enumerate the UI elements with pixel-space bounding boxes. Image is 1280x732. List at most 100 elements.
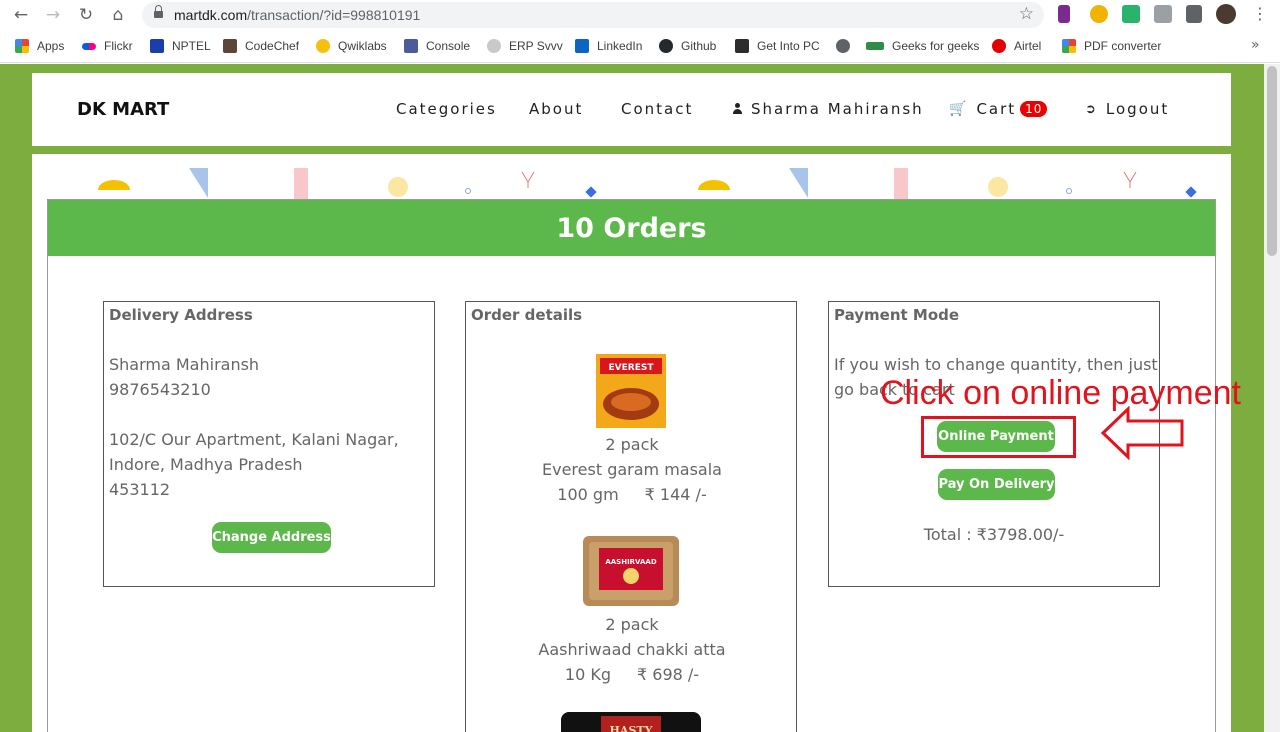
order-total: Total : ₹3798.00/- xyxy=(923,525,1065,544)
orders-panel: 10 Orders Delivery Address Sharma Mahira… xyxy=(47,199,1216,732)
everest-masala-image: EVEREST xyxy=(596,354,666,428)
lock-icon xyxy=(154,5,163,20)
item-name: Aashriwaad chakki atta xyxy=(538,640,726,659)
console-icon xyxy=(404,39,418,53)
avatar[interactable] xyxy=(1216,4,1236,24)
home-icon[interactable]: ⌂ xyxy=(107,4,129,26)
address-line-2: Indore, Madhya Pradesh xyxy=(109,455,303,474)
brand-logo[interactable]: DK MART xyxy=(77,99,169,120)
bookmark-airtel[interactable]: Airtel xyxy=(992,38,1041,54)
nav-contact[interactable]: Contact xyxy=(621,100,693,118)
nav-cart[interactable]: 🛒 Cart 10 xyxy=(949,100,1048,118)
svg-text:AASHIRVAAD: AASHIRVAAD xyxy=(605,558,657,566)
annotation-arrow-icon xyxy=(1100,406,1184,460)
extension-icon[interactable] xyxy=(1058,5,1070,23)
person-icon xyxy=(732,103,743,115)
bookmark-console[interactable]: Console xyxy=(404,38,470,54)
bookmark-apps[interactable]: Apps xyxy=(15,38,64,54)
flickr-icon xyxy=(82,42,96,50)
customer-name: Sharma Mahiransh xyxy=(109,355,260,374)
change-address-button[interactable]: Change Address xyxy=(212,522,331,553)
bookmark-star-icon[interactable]: ☆ xyxy=(1019,4,1034,24)
more-bookmarks-icon[interactable]: » xyxy=(1251,37,1260,53)
github-icon xyxy=(659,39,673,53)
aashirvaad-atta-image: AASHIRVAAD xyxy=(583,536,679,606)
bookmark-pdfconverter[interactable]: PDF converter xyxy=(1062,38,1161,54)
item-qty: 2 pack xyxy=(605,435,659,454)
globe-icon xyxy=(836,39,850,53)
url-text: martdk.com/transaction/?id=998810191 xyxy=(174,7,421,23)
bookmark-linkedin[interactable]: LinkedIn xyxy=(575,38,642,54)
delivery-details: Sharma Mahiransh 9876543210 102/C Our Ap… xyxy=(109,352,399,502)
item-weight: 10 Kg xyxy=(564,665,612,684)
airtel-icon xyxy=(992,39,1006,53)
puzzle-icon[interactable] xyxy=(1186,5,1202,23)
nav-categories[interactable]: Categories xyxy=(396,100,497,118)
logout-label: Logout xyxy=(1105,100,1170,118)
order-item: 2 pack Aashriwaad chakki atta 10 Kg ₹ 698… xyxy=(466,612,798,687)
cart-icon: 🛒 xyxy=(949,101,969,117)
annotation-highlight-box xyxy=(921,416,1076,458)
cart-badge: 10 xyxy=(1020,101,1048,117)
bookmark-globe[interactable] xyxy=(836,38,858,54)
bookmark-nptel[interactable]: NPTEL xyxy=(150,38,211,54)
item-weight: 100 gm xyxy=(557,485,619,504)
bookmark-codechef[interactable]: CodeChef xyxy=(223,38,299,54)
delivery-title: Delivery Address xyxy=(109,306,253,324)
back-icon[interactable]: ← xyxy=(10,4,32,26)
codechef-icon xyxy=(223,39,237,53)
qwiklabs-icon xyxy=(316,39,330,53)
apps-grid-icon xyxy=(15,39,29,53)
order-details-title: Order details xyxy=(471,306,583,324)
menu-dots-icon[interactable]: ⋮ xyxy=(1252,4,1268,23)
nav-about[interactable]: About xyxy=(529,100,583,118)
linkedin-icon xyxy=(575,39,589,53)
erp-icon xyxy=(487,39,501,53)
nptel-icon xyxy=(150,39,164,53)
bookmark-getintopc[interactable]: Get Into PC xyxy=(735,38,820,54)
decorative-pattern xyxy=(98,168,1197,200)
svg-text:HASTY: HASTY xyxy=(610,724,653,732)
nav-user[interactable]: Sharma Mahiransh xyxy=(732,100,924,118)
cart-label: Cart xyxy=(976,100,1017,118)
address-bar[interactable]: martdk.com/transaction/?id=998810191 ☆ xyxy=(142,2,1044,28)
logout-icon: ➲ xyxy=(1085,101,1098,117)
reload-icon[interactable]: ↻ xyxy=(75,4,97,26)
extension-icon[interactable] xyxy=(1154,5,1172,23)
address-pincode: 453112 xyxy=(109,480,171,499)
pay-on-delivery-button[interactable]: Pay On Delivery xyxy=(938,469,1055,500)
extension-icon[interactable] xyxy=(1122,5,1140,23)
item-qty: 2 pack xyxy=(605,615,659,634)
getintopc-icon xyxy=(735,39,749,53)
annotation-text: Click on online payment xyxy=(880,374,1241,412)
bookmark-qwiklabs[interactable]: Qwiklabs xyxy=(316,38,387,54)
third-product-image: HASTY xyxy=(561,712,701,732)
orders-header: 10 Orders xyxy=(48,200,1215,256)
bookmarks-bar: Apps Flickr NPTEL CodeChef Qwiklabs Cons… xyxy=(0,30,1280,63)
extension-icon[interactable] xyxy=(1090,5,1108,23)
svg-text:EVEREST: EVEREST xyxy=(609,363,655,373)
payment-title: Payment Mode xyxy=(834,306,960,324)
scrollbar-thumb[interactable] xyxy=(1267,66,1277,256)
pdf-converter-icon xyxy=(1062,39,1076,53)
delivery-address-card: Delivery Address Sharma Mahiransh 987654… xyxy=(103,301,435,587)
bookmark-erp[interactable]: ERP Svvv xyxy=(487,38,563,54)
forward-icon[interactable]: → xyxy=(42,4,64,26)
bookmark-flickr[interactable]: Flickr xyxy=(82,38,133,54)
orders-title: 10 Orders xyxy=(556,212,707,244)
bookmark-geeksforgeeks[interactable]: Geeks for geeks xyxy=(866,38,979,54)
browser-toolbar: ← → ↻ ⌂ martdk.com/transaction/?id=99881… xyxy=(0,0,1280,30)
page-scrollbar[interactable] xyxy=(1264,64,1280,732)
user-name: Sharma Mahiransh xyxy=(751,100,924,118)
site-navbar: DK MART Categories About Contact Sharma … xyxy=(32,73,1231,146)
nav-logout[interactable]: ➲ Logout xyxy=(1085,100,1169,118)
bookmark-github[interactable]: Github xyxy=(659,38,716,54)
order-item: 2 pack Everest garam masala 100 gm ₹ 144 … xyxy=(466,432,798,507)
item-price: ₹ 698 /- xyxy=(637,665,700,684)
address-line-1: 102/C Our Apartment, Kalani Nagar, xyxy=(109,430,399,449)
item-price: ₹ 144 /- xyxy=(644,485,707,504)
gfg-icon xyxy=(866,42,884,50)
item-name: Everest garam masala xyxy=(542,460,722,479)
order-details-card: Order details EVEREST 2 pack Everest gar… xyxy=(465,301,797,732)
customer-phone: 9876543210 xyxy=(109,380,211,399)
